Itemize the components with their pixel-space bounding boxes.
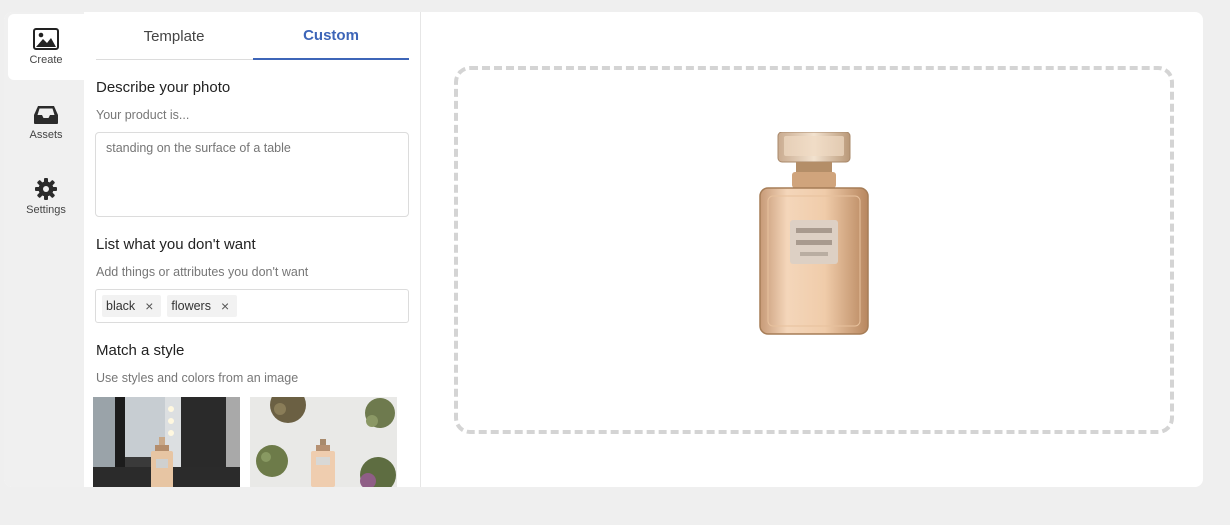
tag-flowers: flowers × [167,295,238,317]
app-window: Create Assets Settings Template Custom D… [4,12,1203,487]
tag-label: black [106,299,136,313]
remove-tag-icon[interactable]: × [145,299,153,313]
inbox-icon [34,106,58,124]
negative-subtitle: Add things or attributes you don't want [96,265,309,279]
product-dropzone[interactable] [454,66,1174,434]
custom-form-panel: Template Custom Describe your photo Your… [84,12,421,487]
describe-subtitle: Your product is... [96,108,190,122]
thumbnail-image [93,397,240,487]
style-thumbnail-2[interactable] [250,397,397,487]
tab-template[interactable]: Template [96,12,252,60]
negative-tags-input[interactable]: black × flowers × [95,289,409,323]
image-icon [33,28,59,50]
gear-icon [35,178,57,200]
rail-item-assets[interactable]: Assets [8,90,84,156]
style-thumbnail-1[interactable] [93,397,240,487]
remove-tag-icon[interactable]: × [221,299,229,313]
negative-title: List what you don't want [96,236,256,253]
style-title: Match a style [96,342,185,359]
rail-label-assets: Assets [29,129,63,141]
left-rail: Create Assets Settings [4,12,84,487]
rail-label-settings: Settings [26,204,66,216]
describe-title: Describe your photo [96,79,231,96]
product-image [759,132,869,335]
style-subtitle: Use styles and colors from an image [96,371,299,385]
tag-label: flowers [171,299,211,313]
rail-label-create: Create [29,54,63,66]
mode-tabs: Template Custom [96,12,409,60]
rail-item-settings[interactable]: Settings [8,164,84,230]
thumbnail-image [250,397,397,487]
rail-item-create[interactable]: Create [8,14,84,80]
describe-textarea[interactable] [95,132,409,217]
tag-black: black × [102,295,162,317]
tab-custom[interactable]: Custom [253,12,409,60]
